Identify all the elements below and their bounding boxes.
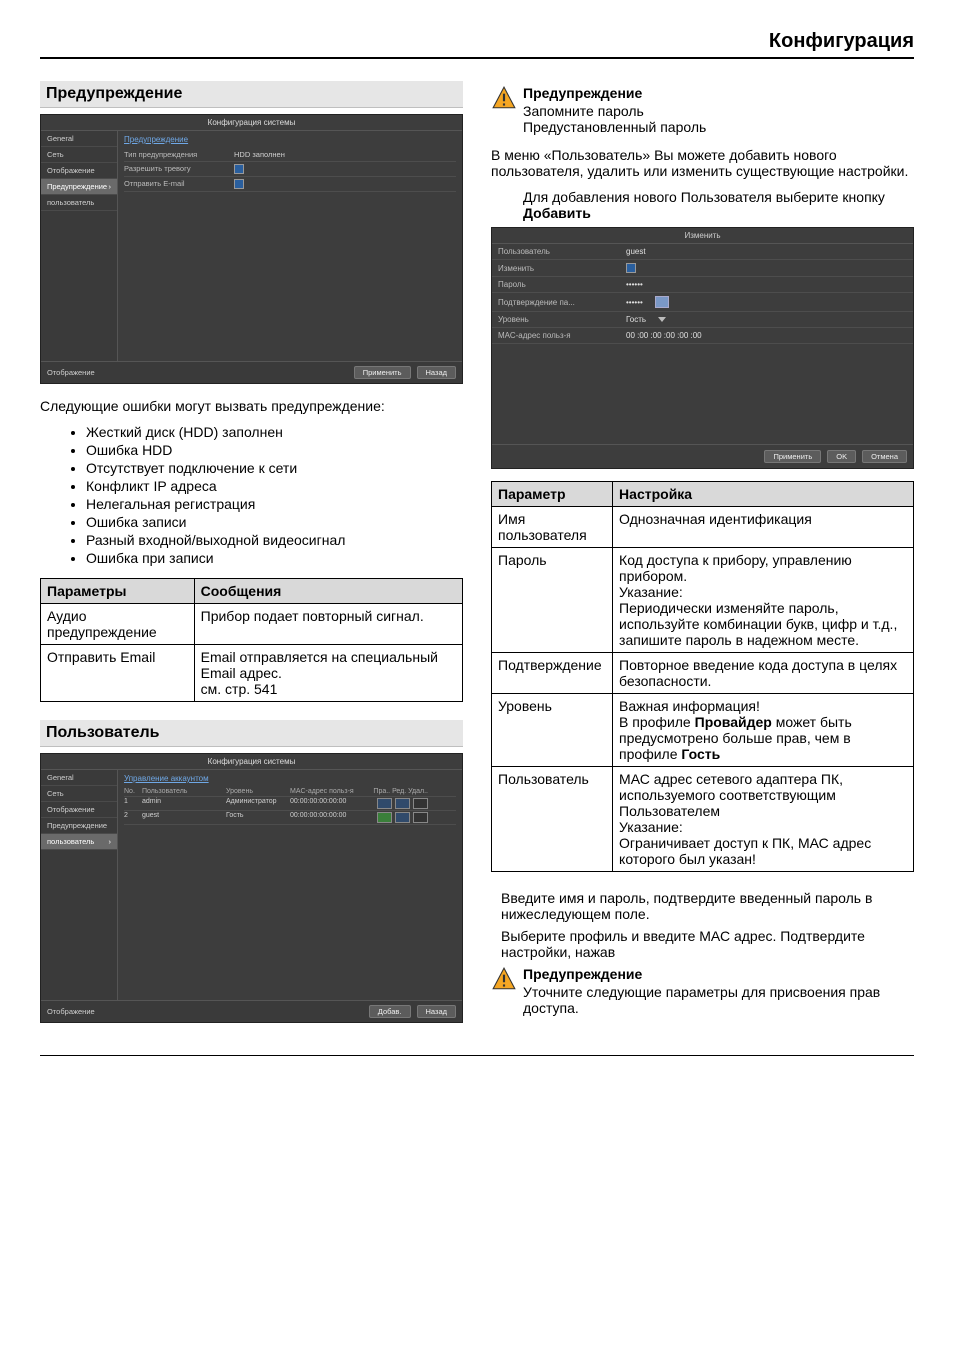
apply-button[interactable]: Применить <box>764 450 821 463</box>
th-messages: Сообщения <box>194 579 462 604</box>
th-params: Параметры <box>41 579 195 604</box>
error-list: Жесткий диск (HDD) заполнен Ошибка HDD Отс… <box>40 424 463 566</box>
after-para-1: Введите имя и пароль, подтвердите введен… <box>501 890 914 922</box>
screenshot-user-config: Конфигурация системы GeneralСетьОтображе… <box>40 753 463 1023</box>
right-column: Предупреждение Запомните пароль Предуста… <box>491 81 914 1037</box>
warning-title: Предупреждение <box>523 966 914 982</box>
table-row: УровеньВажная информация!В профиле Прова… <box>492 694 914 767</box>
action-icon[interactable] <box>377 798 392 809</box>
warning-block-2: Предупреждение Уточните следующие параме… <box>491 966 914 1016</box>
add-instruction: Для добавления нового Пользователя выбер… <box>523 189 914 221</box>
section-warning-title: Предупреждение <box>40 81 463 108</box>
sidebar-item[interactable]: пользователь <box>41 195 117 211</box>
warning-block-1: Предупреждение Запомните пароль Предуста… <box>491 85 914 135</box>
warning-body: Уточните следующие параметры для присвое… <box>523 984 914 1016</box>
add-button[interactable]: Добав. <box>369 1005 411 1018</box>
embed-title: Конфигурация системы <box>41 115 462 131</box>
warning-line: Предустановленный пароль <box>523 119 706 135</box>
chevron-down-icon[interactable] <box>658 317 666 322</box>
apply-button[interactable]: Применить <box>354 366 411 379</box>
ok-button[interactable]: OK <box>827 450 856 463</box>
table-row: ПарольКод доступа к прибору, управлению … <box>492 548 914 653</box>
warning-line: Запомните пароль <box>523 103 706 119</box>
embed-tab[interactable]: Предупреждение <box>124 135 456 144</box>
checkbox-icon[interactable] <box>626 263 636 273</box>
sidebar-item[interactable]: General <box>41 131 117 147</box>
keyboard-icon[interactable] <box>655 296 669 308</box>
list-item: Конфликт IP адреса <box>86 478 463 494</box>
list-item: Ошибка при записи <box>86 550 463 566</box>
list-item: Разный входной/выходной видеосигнал <box>86 532 463 548</box>
dialog-title: Изменить <box>492 228 913 244</box>
embed-footer-left: Отображение <box>47 1007 95 1016</box>
screenshot-edit-user: Изменить ПользовательguestИзменитьПароль… <box>491 227 914 469</box>
sidebar-item[interactable]: Предупреждение <box>41 179 117 195</box>
page-title: Конфигурация <box>40 30 914 59</box>
action-icon[interactable] <box>395 812 410 823</box>
footer-rule <box>40 1055 914 1060</box>
after-para-2: Выберите профиль и введите МАС адрес. По… <box>501 928 914 960</box>
table-row: Отправить EmailEmail отправляется на спе… <box>41 645 463 702</box>
embed-tab[interactable]: Управление аккаунтом <box>124 774 456 783</box>
checkbox-icon[interactable] <box>234 164 244 174</box>
back-button[interactable]: Назад <box>417 366 457 379</box>
sidebar-item[interactable]: Сеть <box>41 147 117 163</box>
action-icon[interactable] <box>413 812 428 823</box>
cancel-button[interactable]: Отмена <box>862 450 907 463</box>
warning-icon <box>491 966 517 992</box>
sidebar-item[interactable]: Отображение <box>41 163 117 179</box>
list-item: Ошибка HDD <box>86 442 463 458</box>
screenshot-warning-config: Конфигурация системы GeneralСетьОтображе… <box>40 114 463 384</box>
user-menu-para: В меню «Пользователь» Вы можете добавить… <box>491 147 914 179</box>
action-icon[interactable] <box>395 798 410 809</box>
errors-intro: Следующие ошибки могут вызвать предупреж… <box>40 398 463 414</box>
sidebar-item[interactable]: General <box>41 770 117 786</box>
param-settings-table: Параметр Настройка Имя пользователяОдноз… <box>491 481 914 872</box>
section-user-title: Пользователь <box>40 720 463 747</box>
list-item: Жесткий диск (HDD) заполнен <box>86 424 463 440</box>
list-item: Ошибка записи <box>86 514 463 530</box>
list-item: Нелегальная регистрация <box>86 496 463 512</box>
params-messages-table: Параметры Сообщения Аудио предупреждение… <box>40 578 463 702</box>
th-param: Параметр <box>492 482 613 507</box>
action-icon[interactable] <box>377 812 392 823</box>
embed-footer-left: Отображение <box>47 368 95 377</box>
sidebar-item[interactable]: Сеть <box>41 786 117 802</box>
warning-icon <box>491 85 517 111</box>
table-row: ПодтверждениеПовторное введение кода дос… <box>492 653 914 694</box>
th-setting: Настройка <box>613 482 914 507</box>
checkbox-icon[interactable] <box>234 179 244 189</box>
list-item: Отсутствует подключение к сети <box>86 460 463 476</box>
back-button[interactable]: Назад <box>417 1005 457 1018</box>
action-icon[interactable] <box>413 798 428 809</box>
embed-title: Конфигурация системы <box>41 754 462 770</box>
sidebar-item[interactable]: Отображение <box>41 802 117 818</box>
table-row: Аудио предупреждениеПрибор подает повтор… <box>41 604 463 645</box>
warning-title: Предупреждение <box>523 85 706 101</box>
left-column: Предупреждение Конфигурация системы Gene… <box>40 81 463 1037</box>
sidebar-item[interactable]: пользователь <box>41 834 117 850</box>
table-row: ПользовательМАС адрес сетевого адаптера … <box>492 767 914 872</box>
table-row: Имя пользователяОднозначная идентификаци… <box>492 507 914 548</box>
sidebar-item[interactable]: Предупреждение <box>41 818 117 834</box>
